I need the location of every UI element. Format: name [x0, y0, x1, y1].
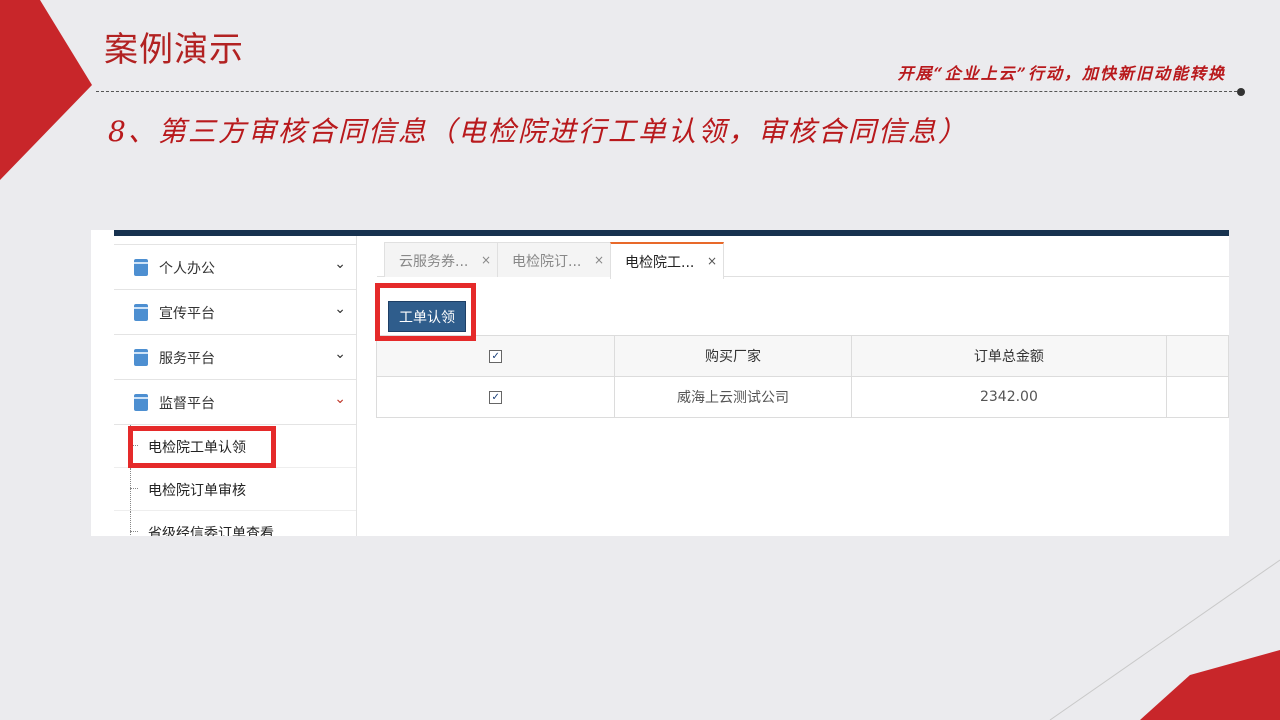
column-header-extra [1166, 335, 1229, 377]
column-header-amount: 订单总金额 [850, 335, 1168, 377]
checkbox-icon[interactable]: ✓ [489, 390, 503, 404]
tab-work-order[interactable]: 电检院工... × [610, 242, 724, 279]
buyer-cell: 威海上云测试公司 [614, 376, 852, 418]
select-all-header[interactable]: ✓ [375, 335, 616, 377]
menu-label: 服务平台 [159, 351, 215, 367]
sidebar: 个人办公 ⌄ 宣传平台 ⌄ 服务平台 ⌄ 监督平台 ⌄ 电检院工单认领 电检院订… [114, 236, 357, 536]
table-header-row: ✓ 购买厂家 订单总金额 [375, 335, 1229, 377]
highlight-box-button [375, 283, 476, 341]
menu-label: 监督平台 [159, 396, 215, 412]
red-corner-shape-bottom [1049, 559, 1280, 720]
divider-line [96, 91, 1242, 92]
tab-cloud-voucher[interactable]: 云服务券... × [384, 242, 498, 277]
slogan-text: 开展“企业上云”行动，加快新旧动能转换 [897, 64, 1226, 83]
tree-tick [130, 531, 138, 532]
chevron-down-icon: ⌄ [334, 301, 346, 317]
column-header-buyer: 购买厂家 [614, 335, 852, 377]
table-row[interactable]: ✓ 威海上云测试公司 2342.00 [375, 376, 1229, 418]
slide-subtitle: 8、第三方审核合同信息（电检院进行工单认领，审核合同信息） [108, 115, 968, 148]
menu-item-supervision-platform[interactable]: 监督平台 ⌄ [114, 380, 356, 425]
amount-cell: 2342.00 [850, 376, 1168, 418]
close-icon[interactable]: × [707, 254, 717, 268]
close-icon[interactable]: × [481, 253, 491, 267]
menu-label: 宣传平台 [159, 306, 215, 322]
tab-label: 电检院订... [512, 254, 582, 270]
document-icon [134, 394, 148, 411]
row-select-cell[interactable]: ✓ [375, 376, 616, 418]
menu-item-publicity-platform[interactable]: 宣传平台 ⌄ [114, 290, 356, 335]
submenu-item-provincial-order-view[interactable]: 省级经信委订单查看 [114, 511, 356, 536]
chevron-down-icon: ⌄ [334, 346, 346, 362]
chevron-down-icon: ⌄ [334, 256, 346, 272]
menu-item-personal-office[interactable]: 个人办公 ⌄ [114, 244, 356, 290]
submenu-item-order-review[interactable]: 电检院订单审核 [114, 468, 356, 511]
extra-cell [1166, 376, 1229, 418]
menu-item-service-platform[interactable]: 服务平台 ⌄ [114, 335, 356, 380]
tree-tick [130, 488, 138, 489]
divider-dot [1237, 88, 1245, 96]
tab-label: 云服务券... [399, 254, 469, 270]
tree-line [130, 511, 131, 536]
order-table: ✓ 购买厂家 订单总金额 ✓ 威海上云测试公司 2342.00 [375, 335, 1229, 418]
document-icon [134, 304, 148, 321]
submenu-label: 省级经信委订单查看 [148, 526, 274, 536]
tab-order[interactable]: 电检院订... × [497, 242, 611, 277]
red-corner-shape [0, 0, 92, 180]
highlight-box-menu [128, 426, 276, 468]
tab-bar: 云服务券... × 电检院订... × 电检院工... × [377, 236, 1229, 279]
app-screenshot: 个人办公 ⌄ 宣传平台 ⌄ 服务平台 ⌄ 监督平台 ⌄ 电检院工单认领 电检院订… [91, 230, 1229, 536]
tree-line [130, 468, 131, 510]
checkbox-icon[interactable]: ✓ [489, 349, 503, 363]
close-icon[interactable]: × [594, 253, 604, 267]
document-icon [134, 259, 148, 276]
menu-label: 个人办公 [159, 261, 215, 277]
submenu-label: 电检院订单审核 [148, 483, 246, 499]
document-icon [134, 349, 148, 366]
tab-label: 电检院工... [625, 255, 695, 271]
chevron-down-icon: ⌄ [334, 391, 346, 407]
slide-title: 案例演示 [104, 30, 244, 70]
